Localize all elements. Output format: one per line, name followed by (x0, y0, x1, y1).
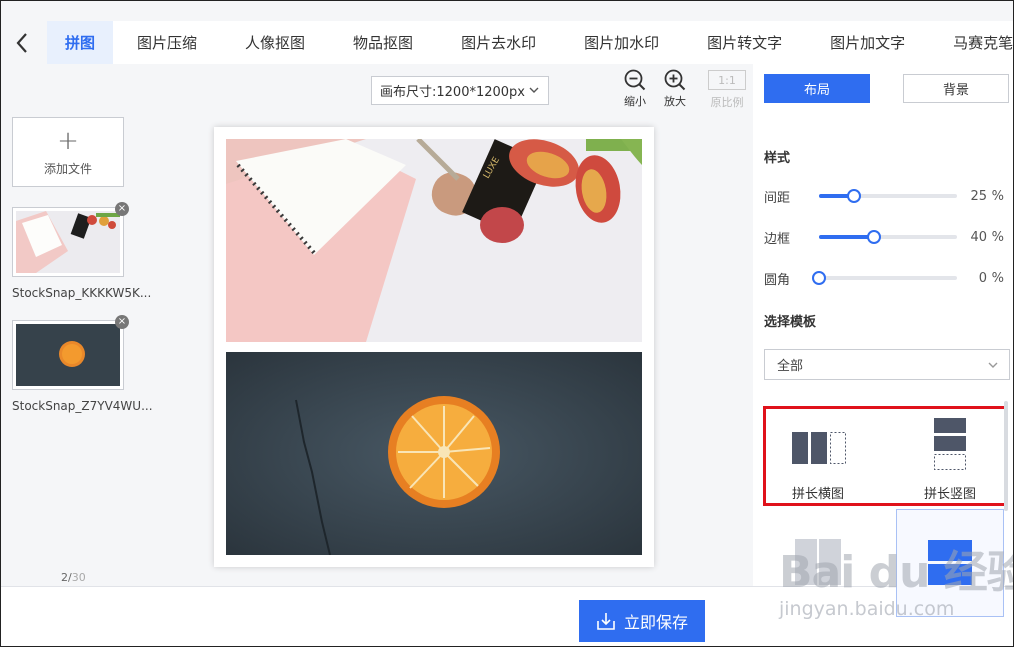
slider-handle[interactable] (812, 271, 826, 285)
add-file-label: 添加文件 (43, 161, 92, 176)
border-slider-row: 边框 40 % (764, 227, 1004, 247)
zoom-in-button[interactable]: 放大 (657, 69, 693, 109)
border-unit: % (991, 229, 1004, 245)
file-thumbnail[interactable]: × (12, 315, 129, 390)
plus-icon: + (57, 125, 79, 156)
slider-handle[interactable] (846, 189, 861, 203)
file-count: 2/30 (61, 571, 86, 584)
tab-remove-watermark[interactable]: 图片去水印 (437, 21, 560, 64)
template-long-horizontal-label: 拼长横图 (791, 487, 844, 502)
zoom-out-label: 缩小 (624, 95, 646, 108)
template-long-vertical-label: 拼长竖图 (923, 487, 976, 502)
spacing-value: 25 (970, 188, 987, 204)
template-filter-select[interactable]: 全部 (764, 349, 1010, 380)
chevron-left-icon (16, 33, 27, 53)
save-now-label: 立即保存 (623, 615, 688, 632)
tool-tabs: 拼图 图片压缩 人像抠图 物品抠图 图片去水印 图片加水印 图片转文字 图片加文… (47, 21, 1013, 64)
template-filter-value: 全部 (777, 359, 804, 374)
corner-radius-slider-row: 圆角 0 % (764, 268, 1004, 288)
ratio-label: 原比例 (710, 96, 744, 109)
tab-collage[interactable]: 拼图 (47, 21, 114, 64)
zoom-out-icon (624, 69, 646, 91)
tab-mosaic[interactable]: 马赛克笔 (929, 21, 1013, 64)
collage-canvas[interactable]: LUXE (214, 127, 654, 567)
canvas-size-value: 画布尺寸:1200*1200px (380, 85, 525, 100)
long-horizontal-template-icon (792, 432, 846, 464)
tab-object-cutout[interactable]: 物品抠图 (329, 21, 437, 64)
back-button[interactable] (11, 29, 33, 57)
chevron-down-icon (988, 362, 998, 368)
tab-add-watermark[interactable]: 图片加水印 (560, 21, 683, 64)
zoom-in-label: 放大 (664, 95, 686, 108)
canvas-size-select[interactable]: 画布尺寸:1200*1200px (371, 76, 549, 105)
panel-scrollbar[interactable] (1004, 401, 1008, 511)
style-section-title: 样式 (764, 151, 791, 166)
zoom-in-icon (664, 69, 686, 91)
template-two-columns[interactable] (773, 509, 881, 617)
thumbnail-image-orange (16, 324, 120, 386)
border-value: 40 (970, 229, 987, 245)
file-panel: + 添加文件 × StockSnap_KKKKW5K... × StockSna… (1, 64, 153, 586)
template-section-title: 选择模板 (764, 315, 817, 330)
spacing-unit: % (991, 188, 1004, 204)
file-name: StockSnap_KKKKW5K... (12, 286, 152, 300)
chevron-down-icon (529, 87, 539, 93)
spacing-label: 间距 (764, 190, 791, 206)
file-name: StockSnap_Z7YV4WU... (12, 399, 153, 413)
settings-panel: 布局 背景 样式 间距 25 % 边框 40 % 圆角 0 % 选择模板 全部 … (753, 64, 1013, 617)
remove-file-button[interactable]: × (115, 202, 129, 216)
ratio-box: 1:1 (708, 70, 746, 90)
corner-radius-slider[interactable] (812, 271, 957, 285)
download-icon (597, 613, 615, 630)
tab-image-to-text[interactable]: 图片转文字 (683, 21, 806, 64)
zoom-out-button[interactable]: 缩小 (617, 69, 653, 109)
thumbnail-image-notebook (16, 211, 120, 273)
spacing-slider[interactable] (819, 189, 957, 203)
template-two-rows[interactable] (896, 509, 1004, 617)
tab-layout[interactable]: 布局 (764, 74, 870, 103)
border-slider[interactable] (819, 230, 957, 244)
add-file-button[interactable]: + 添加文件 (12, 117, 124, 187)
slider-handle[interactable] (867, 230, 882, 244)
photo-notebook-tulips[interactable]: LUXE (226, 139, 642, 342)
app-window: 拼图 图片压缩 人像抠图 物品抠图 图片去水印 图片加水印 图片转文字 图片加文… (0, 0, 1014, 647)
spacing-slider-row: 间距 25 % (764, 186, 1004, 206)
corner-radius-unit: % (991, 270, 1004, 286)
long-vertical-template-icon (934, 418, 966, 470)
corner-radius-value: 0 (978, 270, 987, 286)
tab-portrait-cutout[interactable]: 人像抠图 (221, 21, 329, 64)
tab-compress[interactable]: 图片压缩 (113, 21, 221, 64)
two-rows-template-icon (928, 540, 972, 585)
photo-orange-slice[interactable] (226, 352, 642, 555)
border-label: 边框 (764, 231, 791, 247)
corner-radius-label: 圆角 (764, 272, 791, 288)
template-long-horizontal[interactable]: 拼长横图 (763, 414, 873, 504)
tab-background[interactable]: 背景 (903, 74, 1009, 103)
remove-file-button[interactable]: × (115, 315, 129, 329)
top-bar: 拼图 图片压缩 人像抠图 物品抠图 图片去水印 图片加水印 图片转文字 图片加文… (1, 1, 1013, 64)
two-columns-template-icon (795, 539, 841, 585)
file-thumbnail[interactable]: × (12, 202, 129, 277)
tab-add-text[interactable]: 图片加文字 (806, 21, 929, 64)
save-now-button[interactable]: 立即保存 (579, 600, 705, 642)
template-long-vertical[interactable]: 拼长竖图 (895, 414, 1005, 504)
original-ratio-button[interactable]: 1:1 原比例 (707, 70, 747, 110)
